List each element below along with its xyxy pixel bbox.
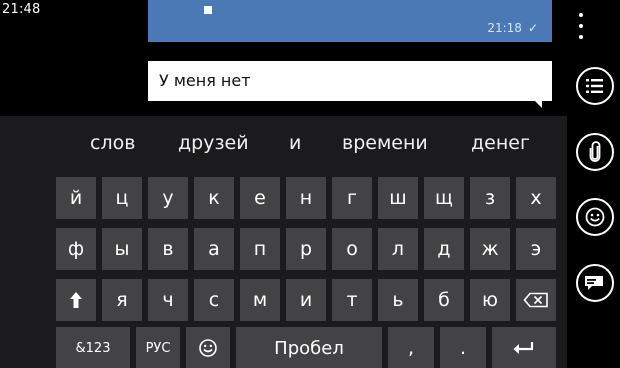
enter-key[interactable]: [492, 327, 556, 368]
key[interactable]: ч: [148, 279, 188, 321]
key[interactable]: л: [378, 228, 418, 270]
suggestion-word[interactable]: денег: [471, 132, 530, 154]
key[interactable]: е: [240, 177, 280, 219]
key[interactable]: ю: [470, 279, 510, 321]
suggestion-word[interactable]: друзей: [178, 132, 249, 154]
status-time: 21:48: [2, 2, 41, 17]
key[interactable]: б: [424, 279, 464, 321]
key[interactable]: а: [194, 228, 234, 270]
period-key[interactable]: .: [440, 327, 486, 368]
key[interactable]: и: [286, 279, 326, 321]
keyboard: слов друзей и времени денег й ц у к е н …: [0, 116, 567, 368]
compose-input[interactable]: У меня нет: [148, 61, 552, 108]
key[interactable]: ц: [102, 177, 142, 219]
shift-arrow-icon: [70, 292, 82, 308]
key[interactable]: щ: [424, 177, 464, 219]
key[interactable]: й: [56, 177, 96, 219]
smiley-icon: [585, 207, 605, 227]
backspace-icon: [523, 292, 548, 308]
symbols-key[interactable]: &123: [56, 327, 130, 368]
attach-button[interactable]: [576, 133, 614, 171]
key[interactable]: г: [332, 177, 372, 219]
key[interactable]: т: [332, 279, 372, 321]
message-time: 21:18: [487, 21, 522, 35]
send-message-icon: [585, 276, 603, 290]
suggestion-word[interactable]: слов: [90, 132, 135, 154]
emoji-key[interactable]: [186, 327, 230, 368]
language-key[interactable]: РУС: [136, 327, 180, 368]
key[interactable]: с: [194, 279, 234, 321]
key[interactable]: ь: [378, 279, 418, 321]
list-icon: [586, 79, 603, 93]
key[interactable]: у: [148, 177, 188, 219]
key[interactable]: э: [516, 228, 556, 270]
backspace-key[interactable]: [516, 279, 556, 321]
key[interactable]: ш: [378, 177, 418, 219]
more-dots-icon[interactable]: [570, 13, 592, 39]
enter-icon: [513, 342, 534, 354]
key[interactable]: м: [240, 279, 280, 321]
compose-text: У меня нет: [159, 71, 251, 90]
smiley-button[interactable]: [576, 198, 614, 236]
check-icon: ✓: [527, 21, 538, 35]
message-meta: 21:18 ✓: [487, 21, 538, 35]
key[interactable]: к: [194, 177, 234, 219]
suggestion-word[interactable]: и: [289, 132, 301, 154]
message-content: [204, 6, 212, 14]
key[interactable]: д: [424, 228, 464, 270]
key[interactable]: ф: [56, 228, 96, 270]
space-key[interactable]: Пробел: [236, 327, 382, 368]
suggestion-bar: слов друзей и времени денег: [0, 116, 567, 170]
emoji-icon: [199, 339, 217, 357]
sent-message-bubble: 21:18 ✓: [148, 0, 552, 42]
key[interactable]: п: [240, 228, 280, 270]
send-button[interactable]: [576, 264, 614, 302]
key[interactable]: х: [516, 177, 556, 219]
bubble-tail: [534, 100, 542, 108]
shift-key[interactable]: [56, 279, 96, 321]
key[interactable]: р: [286, 228, 326, 270]
key[interactable]: ы: [102, 228, 142, 270]
key[interactable]: ж: [470, 228, 510, 270]
key[interactable]: з: [470, 177, 510, 219]
key[interactable]: н: [286, 177, 326, 219]
key[interactable]: в: [148, 228, 188, 270]
paperclip-icon: [589, 141, 601, 162]
key[interactable]: я: [102, 279, 142, 321]
list-button[interactable]: [576, 67, 614, 105]
comma-key[interactable]: ,: [388, 327, 434, 368]
key[interactable]: о: [332, 228, 372, 270]
suggestion-word[interactable]: времени: [342, 132, 428, 154]
